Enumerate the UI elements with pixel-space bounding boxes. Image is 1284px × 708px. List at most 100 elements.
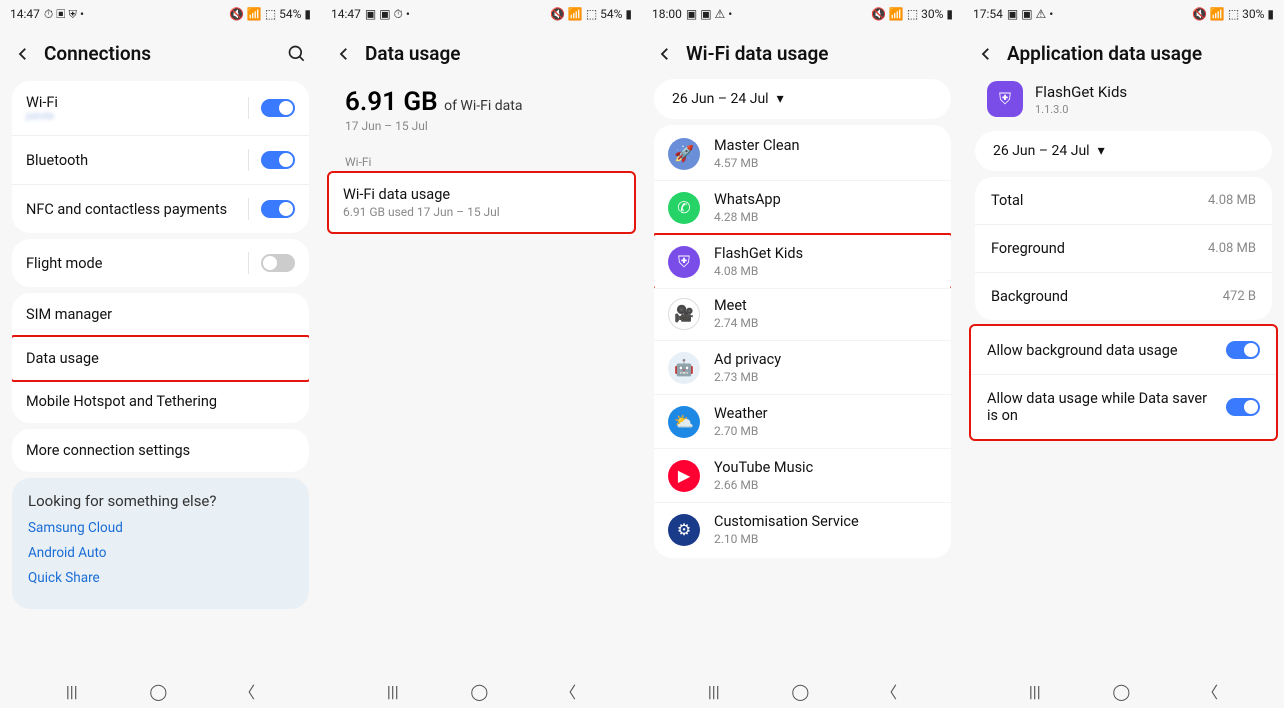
page-title: Wi-Fi data usage <box>686 42 949 65</box>
back-icon[interactable] <box>335 45 353 63</box>
status-bar: 17:54▣ ▣ ⚠ • 🔇 📶 ⬚ 30% ▮ <box>963 0 1284 28</box>
wifi-row[interactable]: Wi-Fipanda <box>12 81 309 136</box>
app-size: 2.73 MB <box>714 370 937 384</box>
nfc-row[interactable]: NFC and contactless payments <box>12 185 309 233</box>
app-icon: ⛨ <box>668 246 700 278</box>
nav-home[interactable]: ◯ <box>1112 682 1130 701</box>
status-icons-left: ⏱ ▣ ⛨ • <box>44 7 84 22</box>
allow-bg-data-toggle[interactable]: Allow background data usage <box>971 326 1276 375</box>
app-size: 4.28 MB <box>714 210 937 224</box>
status-bar: 18:00 ▣ ▣ ⚠ • 🔇 📶 ⬚ 30% ▮ <box>642 0 963 28</box>
wifi-data-usage-row[interactable]: Wi-Fi data usage 6.91 GB used 17 Jun – 1… <box>327 171 636 234</box>
app-icon: ⚙ <box>668 514 700 546</box>
dropdown-icon: ▾ <box>777 91 784 107</box>
total-data: 6.91 GB of Wi-Fi data <box>329 75 634 117</box>
bluetooth-row[interactable]: Bluetooth <box>12 136 309 185</box>
app-icon: 🤖 <box>668 352 700 384</box>
stat-row: Background472 B <box>975 273 1272 320</box>
app-row[interactable]: ⛨FlashGet Kids4.08 MB <box>654 233 951 289</box>
app-name: Master Clean <box>714 137 937 154</box>
back-icon[interactable] <box>14 45 32 63</box>
toggle-switch[interactable] <box>261 99 295 117</box>
toggle-switch[interactable] <box>1226 398 1260 416</box>
help-question: Looking for something else? <box>28 492 293 510</box>
nav-back[interactable]: 〈 <box>1202 679 1218 703</box>
nav-recent[interactable]: ||| <box>66 682 78 701</box>
stat-row: Total 4.08 MB <box>975 177 1272 225</box>
stat-label: Total <box>991 192 1023 209</box>
row-label: SIM manager <box>26 306 295 323</box>
status-bar: 14:47⏱ ▣ ⛨ • 🔇 📶 ⬚ 54% ▮ <box>0 0 321 28</box>
date-range-selector[interactable]: 26 Jun – 24 Jul ▾ <box>975 131 1272 171</box>
toggle-switch[interactable] <box>261 200 295 218</box>
app-row[interactable]: ⛅Weather2.70 MB <box>654 395 951 449</box>
help-link[interactable]: Android Auto <box>28 545 293 561</box>
row-label: Flight mode <box>26 255 248 272</box>
total-data-unit: of Wi-Fi data <box>444 98 522 114</box>
app-row[interactable]: 🚀 Master Clean 4.57 MB <box>654 127 951 181</box>
hotspot-row[interactable]: Mobile Hotspot and Tethering <box>12 380 309 423</box>
app-row[interactable]: 🤖Ad privacy2.73 MB <box>654 341 951 395</box>
date-range-selector[interactable]: 26 Jun – 24 Jul ▾ <box>654 79 951 119</box>
status-icons-right: 🔇 📶 ⬚ 54% ▮ <box>550 7 632 21</box>
nav-bar: ||| ◯ 〈 <box>642 674 963 708</box>
app-icon: ⛅ <box>668 406 700 438</box>
status-bar: 14:47▣ ▣ ⏱ • 🔇 📶 ⬚ 54% ▮ <box>321 0 642 28</box>
nav-back[interactable]: 〈 <box>881 679 897 703</box>
back-icon[interactable] <box>977 45 995 63</box>
app-name: FlashGet Kids <box>714 245 937 262</box>
data-usage-row[interactable]: Data usage <box>12 335 309 382</box>
status-icons-right: 🔇 📶 ⬚ 30% ▮ <box>871 7 953 21</box>
nav-back[interactable]: 〈 <box>560 679 576 703</box>
wifi-data-label: Wi-Fi data usage <box>343 186 620 203</box>
page-title: Data usage <box>365 42 628 65</box>
flight-mode-row[interactable]: Flight mode <box>12 239 309 287</box>
status-time: 18:00 <box>652 7 682 21</box>
sim-manager-row[interactable]: SIM manager <box>12 293 309 337</box>
screen-data-usage: 14:47▣ ▣ ⏱ • 🔇 📶 ⬚ 54% ▮ Data usage 6.91… <box>321 0 642 708</box>
screen-connections: 14:47⏱ ▣ ⛨ • 🔇 📶 ⬚ 54% ▮ Connections Wi-… <box>0 0 321 708</box>
status-time: 14:47 <box>331 7 361 21</box>
nav-back[interactable]: 〈 <box>239 679 255 703</box>
nav-bar: ||| ◯ 〈 <box>963 674 1284 708</box>
app-icon: 🚀 <box>668 138 700 170</box>
more-connection-row[interactable]: More connection settings <box>12 429 309 472</box>
nav-recent[interactable]: ||| <box>708 682 720 701</box>
help-link[interactable]: Samsung Cloud <box>28 520 293 536</box>
back-icon[interactable] <box>656 45 674 63</box>
stat-value: 4.08 MB <box>1208 193 1256 208</box>
app-row[interactable]: ✆WhatsApp4.28 MB <box>654 181 951 235</box>
total-data-value: 6.91 GB <box>345 87 438 117</box>
app-row[interactable]: ▶YouTube Music2.66 MB <box>654 449 951 503</box>
row-label: More connection settings <box>26 442 295 459</box>
help-link[interactable]: Quick Share <box>28 570 293 586</box>
toggle-switch[interactable] <box>261 254 295 272</box>
nav-recent[interactable]: ||| <box>1029 682 1041 701</box>
toggle-switch[interactable] <box>1226 341 1260 359</box>
dropdown-icon: ▾ <box>1098 143 1105 159</box>
date-range-text: 26 Jun – 24 Jul <box>672 91 769 107</box>
nav-home[interactable]: ◯ <box>149 682 167 701</box>
allow-data-saver-toggle[interactable]: Allow data usage while Data saver is on <box>971 375 1276 439</box>
nav-recent[interactable]: ||| <box>387 682 399 701</box>
stat-label: Foreground <box>991 240 1065 257</box>
app-size: 4.57 MB <box>714 156 937 170</box>
app-version: 1.1.3.0 <box>1035 103 1127 116</box>
app-name: Meet <box>714 297 937 314</box>
row-label: Data usage <box>26 350 295 367</box>
status-icons-left: ▣ ▣ ⚠ • <box>686 7 732 21</box>
app-size: 2.10 MB <box>714 532 937 546</box>
app-name: Customisation Service <box>714 513 937 530</box>
app-info-header: ⛨ FlashGet Kids 1.1.3.0 <box>971 75 1276 127</box>
app-row[interactable]: ⚙ Customisation Service 2.10 MB <box>654 503 951 556</box>
app-row[interactable]: 🎥Meet2.74 MB <box>654 287 951 341</box>
search-icon[interactable] <box>287 44 307 64</box>
nav-home[interactable]: ◯ <box>791 682 809 701</box>
nav-home[interactable]: ◯ <box>470 682 488 701</box>
date-range-text: 26 Jun – 24 Jul <box>993 143 1090 159</box>
screen-app-data-usage: 17:54▣ ▣ ⚠ • 🔇 📶 ⬚ 30% ▮ Application dat… <box>963 0 1284 708</box>
row-label: Mobile Hotspot and Tethering <box>26 393 295 410</box>
app-size: 2.70 MB <box>714 424 937 438</box>
row-label: NFC and contactless payments <box>26 201 248 218</box>
toggle-switch[interactable] <box>261 151 295 169</box>
